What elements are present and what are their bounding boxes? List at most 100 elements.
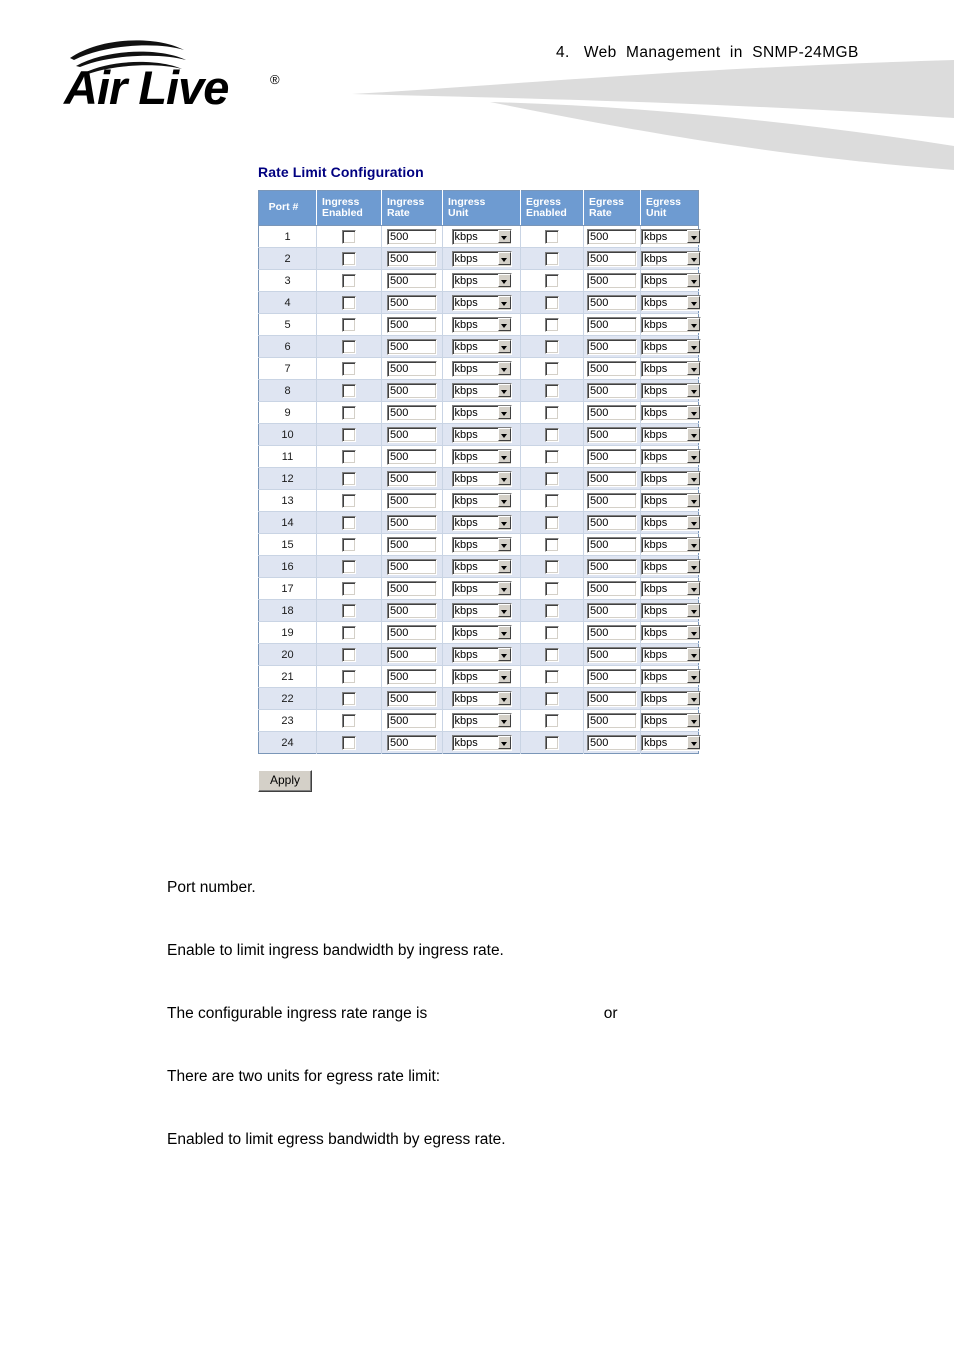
egress-rate-input[interactable]: 500 xyxy=(587,514,637,531)
chevron-down-icon[interactable] xyxy=(687,428,700,441)
egress-rate-input[interactable]: 500 xyxy=(587,228,637,245)
ingress-rate-input[interactable]: 500 xyxy=(387,690,437,707)
egress-unit-select[interactable]: kbps xyxy=(641,558,701,575)
ingress-enabled-checkbox[interactable] xyxy=(342,427,356,442)
ingress-enabled-checkbox[interactable] xyxy=(342,471,356,486)
apply-button[interactable]: Apply xyxy=(258,770,313,792)
egress-enabled-checkbox[interactable] xyxy=(545,493,559,508)
chevron-down-icon[interactable] xyxy=(687,670,700,683)
chevron-down-icon[interactable] xyxy=(497,406,511,419)
egress-unit-select[interactable]: kbps xyxy=(641,514,701,531)
egress-rate-input[interactable]: 500 xyxy=(587,360,637,377)
egress-enabled-checkbox[interactable] xyxy=(545,625,559,640)
chevron-down-icon[interactable] xyxy=(687,560,700,573)
egress-rate-input[interactable]: 500 xyxy=(587,558,637,575)
egress-enabled-checkbox[interactable] xyxy=(545,339,559,354)
ingress-unit-select[interactable]: kbps xyxy=(451,690,512,707)
ingress-rate-input[interactable]: 500 xyxy=(387,338,437,355)
chevron-down-icon[interactable] xyxy=(687,494,700,507)
ingress-unit-select[interactable]: kbps xyxy=(451,712,512,729)
ingress-enabled-checkbox[interactable] xyxy=(342,295,356,310)
ingress-enabled-checkbox[interactable] xyxy=(342,669,356,684)
egress-unit-select[interactable]: kbps xyxy=(641,602,701,619)
chevron-down-icon[interactable] xyxy=(497,670,511,683)
chevron-down-icon[interactable] xyxy=(497,428,511,441)
ingress-rate-input[interactable]: 500 xyxy=(387,382,437,399)
ingress-enabled-checkbox[interactable] xyxy=(342,647,356,662)
ingress-unit-select[interactable]: kbps xyxy=(451,272,512,289)
egress-enabled-checkbox[interactable] xyxy=(545,515,559,530)
ingress-unit-select[interactable]: kbps xyxy=(451,580,512,597)
ingress-enabled-checkbox[interactable] xyxy=(342,229,356,244)
egress-rate-input[interactable]: 500 xyxy=(587,382,637,399)
chevron-down-icon[interactable] xyxy=(687,318,700,331)
egress-enabled-checkbox[interactable] xyxy=(545,735,559,750)
chevron-down-icon[interactable] xyxy=(687,340,700,353)
ingress-rate-input[interactable]: 500 xyxy=(387,734,437,751)
egress-unit-select[interactable]: kbps xyxy=(641,492,701,509)
ingress-enabled-checkbox[interactable] xyxy=(342,515,356,530)
egress-enabled-checkbox[interactable] xyxy=(545,559,559,574)
egress-enabled-checkbox[interactable] xyxy=(545,647,559,662)
chevron-down-icon[interactable] xyxy=(497,604,511,617)
ingress-rate-input[interactable]: 500 xyxy=(387,646,437,663)
egress-unit-select[interactable]: kbps xyxy=(641,338,701,355)
chevron-down-icon[interactable] xyxy=(497,318,511,331)
ingress-rate-input[interactable]: 500 xyxy=(387,514,437,531)
chevron-down-icon[interactable] xyxy=(497,230,511,243)
ingress-unit-select[interactable]: kbps xyxy=(451,250,512,267)
egress-enabled-checkbox[interactable] xyxy=(545,471,559,486)
egress-unit-select[interactable]: kbps xyxy=(641,448,701,465)
ingress-rate-input[interactable]: 500 xyxy=(387,250,437,267)
chevron-down-icon[interactable] xyxy=(687,582,700,595)
ingress-unit-select[interactable]: kbps xyxy=(451,316,512,333)
chevron-down-icon[interactable] xyxy=(687,252,700,265)
ingress-unit-select[interactable]: kbps xyxy=(451,602,512,619)
ingress-rate-input[interactable]: 500 xyxy=(387,624,437,641)
egress-enabled-checkbox[interactable] xyxy=(545,361,559,376)
ingress-enabled-checkbox[interactable] xyxy=(342,537,356,552)
egress-enabled-checkbox[interactable] xyxy=(545,427,559,442)
egress-unit-select[interactable]: kbps xyxy=(641,250,701,267)
chevron-down-icon[interactable] xyxy=(497,626,511,639)
ingress-unit-select[interactable]: kbps xyxy=(451,448,512,465)
ingress-unit-select[interactable]: kbps xyxy=(451,338,512,355)
chevron-down-icon[interactable] xyxy=(687,626,700,639)
egress-unit-select[interactable]: kbps xyxy=(641,294,701,311)
chevron-down-icon[interactable] xyxy=(497,340,511,353)
ingress-enabled-checkbox[interactable] xyxy=(342,559,356,574)
ingress-rate-input[interactable]: 500 xyxy=(387,448,437,465)
egress-enabled-checkbox[interactable] xyxy=(545,691,559,706)
egress-rate-input[interactable]: 500 xyxy=(587,712,637,729)
egress-rate-input[interactable]: 500 xyxy=(587,646,637,663)
ingress-unit-select[interactable]: kbps xyxy=(451,228,512,245)
egress-rate-input[interactable]: 500 xyxy=(587,690,637,707)
ingress-enabled-checkbox[interactable] xyxy=(342,383,356,398)
egress-unit-select[interactable]: kbps xyxy=(641,646,701,663)
egress-unit-select[interactable]: kbps xyxy=(641,272,701,289)
ingress-rate-input[interactable]: 500 xyxy=(387,360,437,377)
chevron-down-icon[interactable] xyxy=(687,230,700,243)
ingress-enabled-checkbox[interactable] xyxy=(342,581,356,596)
egress-unit-select[interactable]: kbps xyxy=(641,360,701,377)
chevron-down-icon[interactable] xyxy=(497,296,511,309)
egress-unit-select[interactable]: kbps xyxy=(641,316,701,333)
ingress-unit-select[interactable]: kbps xyxy=(451,646,512,663)
egress-enabled-checkbox[interactable] xyxy=(545,229,559,244)
ingress-enabled-checkbox[interactable] xyxy=(342,735,356,750)
ingress-rate-input[interactable]: 500 xyxy=(387,580,437,597)
chevron-down-icon[interactable] xyxy=(687,648,700,661)
egress-unit-select[interactable]: kbps xyxy=(641,668,701,685)
ingress-enabled-checkbox[interactable] xyxy=(342,603,356,618)
ingress-unit-select[interactable]: kbps xyxy=(451,734,512,751)
egress-enabled-checkbox[interactable] xyxy=(545,295,559,310)
chevron-down-icon[interactable] xyxy=(497,736,511,749)
ingress-unit-select[interactable]: kbps xyxy=(451,294,512,311)
egress-rate-input[interactable]: 500 xyxy=(587,536,637,553)
ingress-unit-select[interactable]: kbps xyxy=(451,558,512,575)
ingress-unit-select[interactable]: kbps xyxy=(451,492,512,509)
ingress-enabled-checkbox[interactable] xyxy=(342,449,356,464)
ingress-unit-select[interactable]: kbps xyxy=(451,514,512,531)
egress-unit-select[interactable]: kbps xyxy=(641,712,701,729)
chevron-down-icon[interactable] xyxy=(497,648,511,661)
